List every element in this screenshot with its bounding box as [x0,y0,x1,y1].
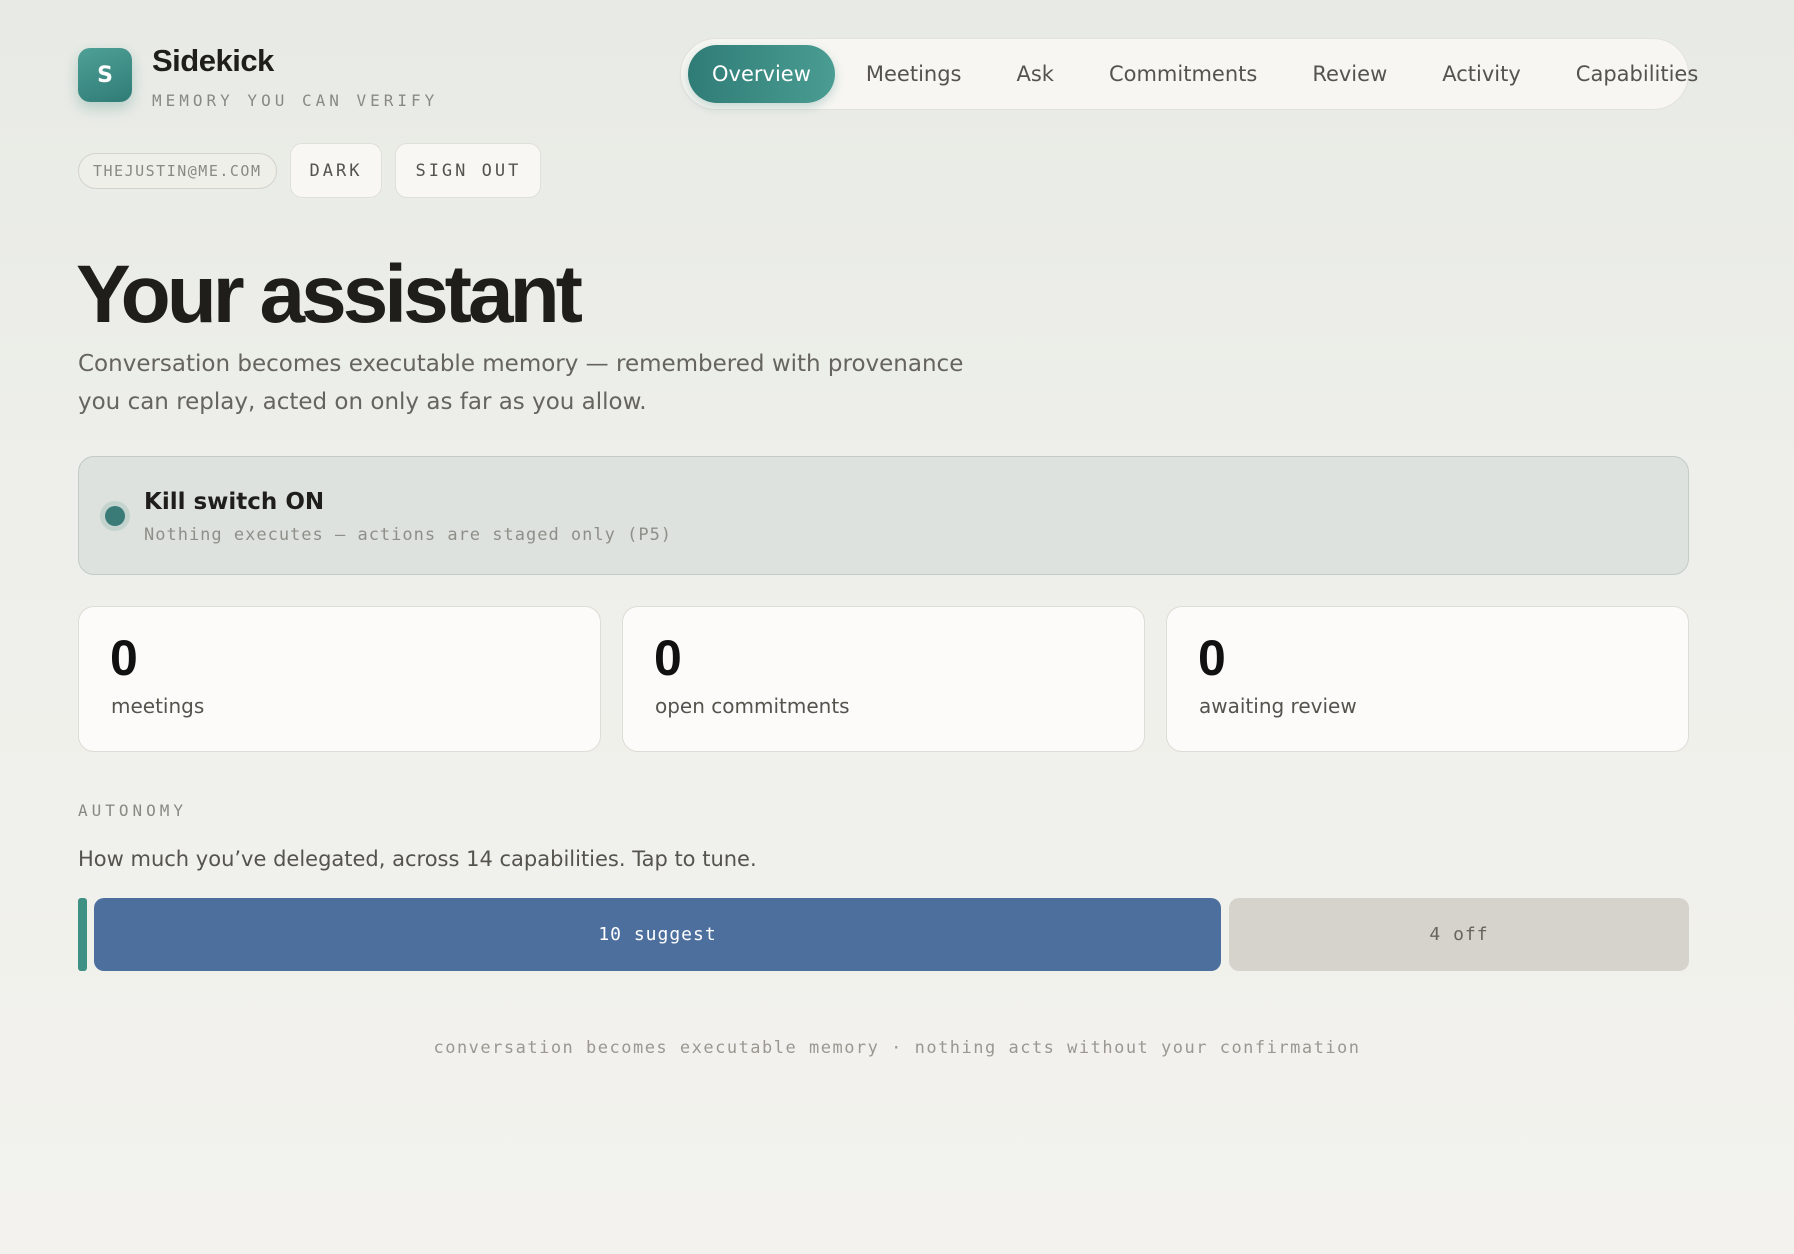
kill-switch-card[interactable]: Kill switch ON Nothing executes — action… [78,456,1689,575]
main-nav: Overview Meetings Ask Commitments Review… [680,38,1698,110]
tab-commitments[interactable]: Commitments [1085,45,1281,103]
stat-card-open-commitments[interactable]: 0 open commitments [622,606,1145,752]
footer-tagline: conversation becomes executable memory ·… [433,1038,1361,1058]
sign-out-button[interactable]: SIGN OUT [395,143,542,198]
tab-capabilities[interactable]: Capabilities [1552,45,1723,103]
kill-switch-status-dot [105,506,125,526]
kill-switch-title: Kill switch ON [144,489,325,515]
tab-ask[interactable]: Ask [992,45,1077,103]
brand-text: Sidekick MEMORY YOU CAN VERIFY [152,43,439,111]
stat-label: awaiting review [1199,694,1357,718]
kill-switch-subtitle: Nothing executes — actions are staged on… [144,525,673,545]
app-logo[interactable]: S [78,48,132,102]
tab-activity[interactable]: Activity [1418,45,1545,103]
stat-value: 0 [654,630,682,686]
autonomy-description: How much you’ve delegated, across 14 cap… [78,847,757,871]
app-name: Sidekick [152,43,274,78]
stat-card-meetings[interactable]: 0 meetings [78,606,601,752]
app-tagline: MEMORY YOU CAN VERIFY [152,91,439,110]
stat-label: meetings [111,694,205,718]
stat-card-awaiting-review[interactable]: 0 awaiting review [1166,606,1689,752]
autonomy-section-label: AUTONOMY [78,801,188,820]
brand: S Sidekick MEMORY YOU CAN VERIFY [78,45,438,110]
tab-meetings[interactable]: Meetings [842,45,986,103]
tab-overview[interactable]: Overview [688,45,835,103]
tab-review[interactable]: Review [1288,45,1411,103]
autonomy-bar: 10 suggest 4 off [78,898,1689,971]
page-subtitle: Conversation becomes executable memory —… [78,351,964,415]
stat-value: 0 [110,630,138,686]
account-row: THEJUSTIN@ME.COM DARK SIGN OUT [78,143,542,198]
user-email-badge: THEJUSTIN@ME.COM [78,152,277,189]
dark-mode-button[interactable]: DARK [289,143,383,198]
logo-letter: S [97,62,113,88]
autonomy-segment-off[interactable]: 4 off [1229,898,1689,971]
stat-label: open commitments [655,694,850,718]
autonomy-segment-suggest[interactable]: 10 suggest [94,898,1221,971]
page-title: Your assistant [76,249,583,340]
stat-value: 0 [1198,630,1226,686]
autonomy-accent-marker [78,898,87,971]
